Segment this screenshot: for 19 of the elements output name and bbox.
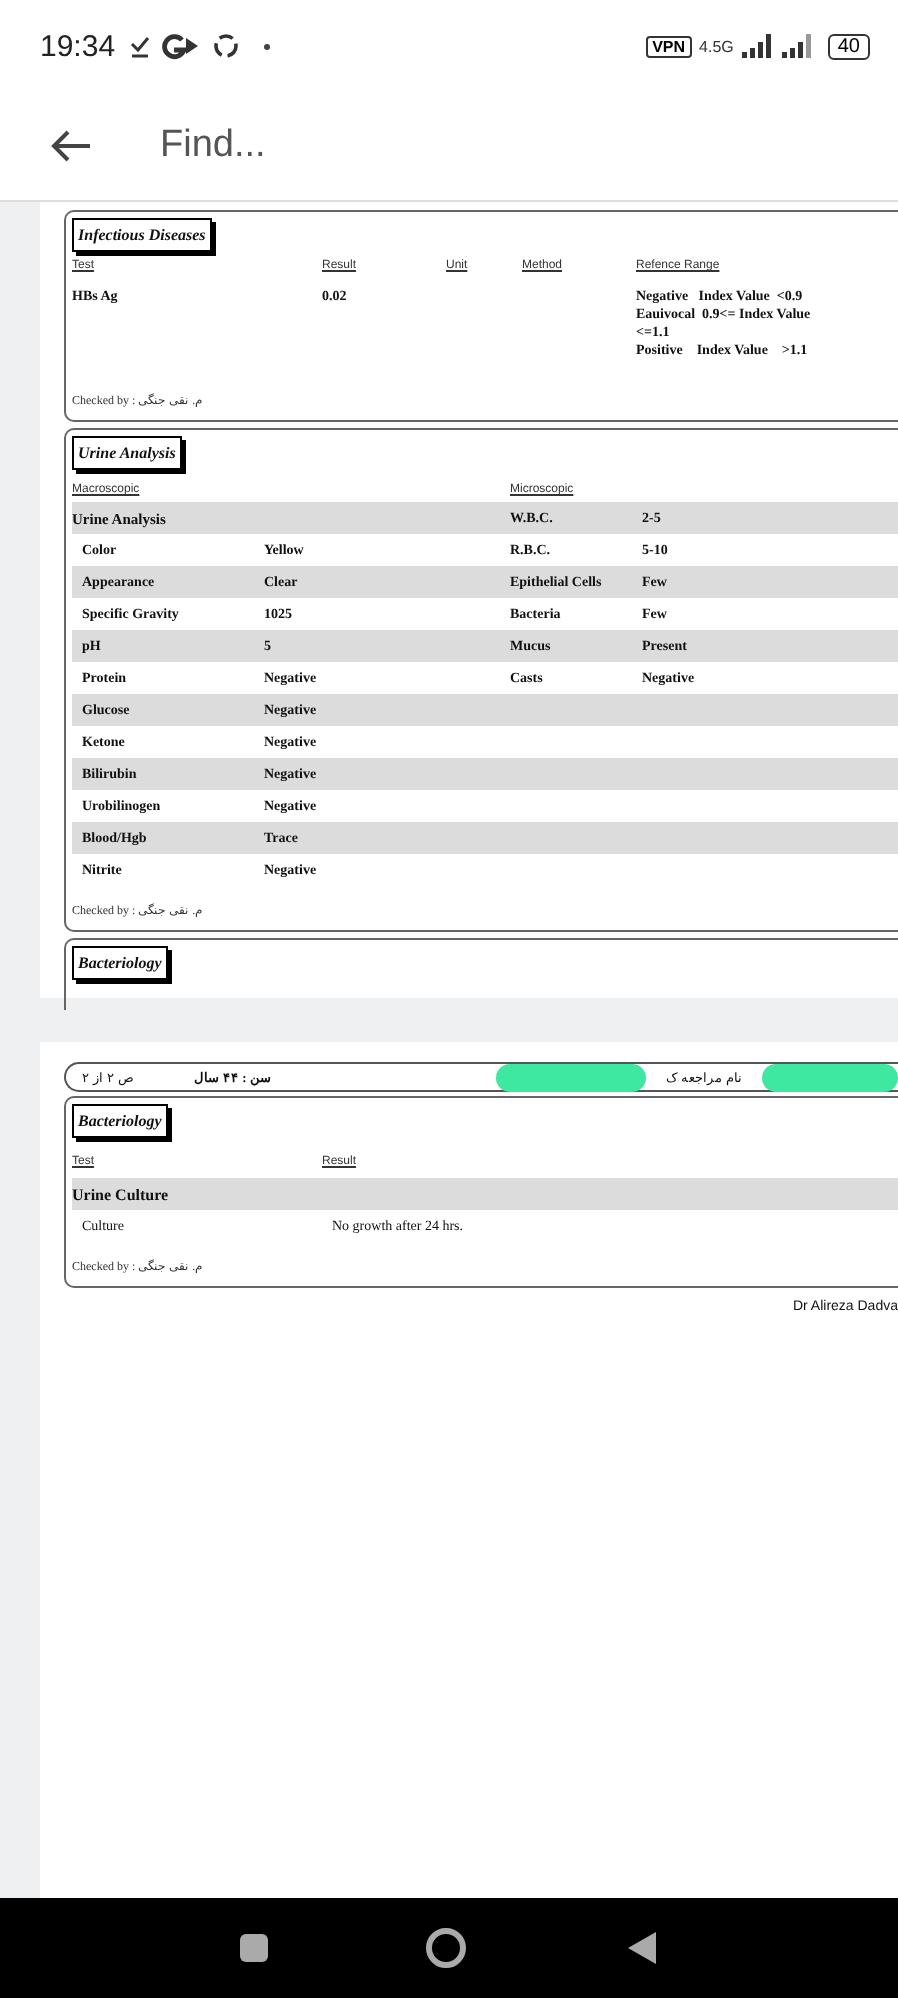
redaction-mark <box>762 1063 898 1091</box>
signal-icon <box>741 34 774 58</box>
notification-dot-icon <box>263 43 270 49</box>
download-done-icon <box>127 34 152 58</box>
section-title: Bacteriology <box>72 1104 168 1138</box>
signal-icon <box>781 34 814 58</box>
back-arrow-icon[interactable] <box>48 128 92 164</box>
table-cell-text: Urine Culture <box>72 1185 171 1203</box>
battery-indicator: 40 <box>827 33 870 59</box>
back-button[interactable] <box>626 1930 659 1966</box>
section-title: Urine Analysis <box>72 436 182 470</box>
section-title: Bacteriology <box>72 946 168 980</box>
section-title: Infectious Diseases <box>72 218 212 252</box>
status-time: 19:34 <box>40 29 116 63</box>
vpn-badge: VPN <box>646 35 692 57</box>
home-button[interactable] <box>426 1928 467 1968</box>
sync-icon <box>211 32 240 60</box>
recents-button[interactable] <box>239 1934 268 1962</box>
network-type: 4.5G <box>699 37 734 55</box>
